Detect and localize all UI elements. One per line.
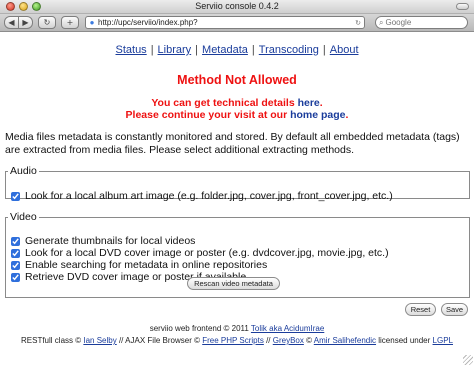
save-button[interactable]: Save: [441, 303, 468, 316]
error-details: You can get technical details here. Plea…: [0, 97, 474, 121]
details-prefix: You can get technical details: [151, 97, 298, 109]
details-line: You can get technical details here.: [0, 97, 474, 109]
footer-text: ©: [303, 336, 314, 345]
reload-icon: ↻: [43, 18, 51, 27]
reset-button[interactable]: Reset: [405, 303, 436, 316]
nav-transcoding[interactable]: Transcoding: [259, 44, 319, 56]
video-retrieve-cover-checkbox[interactable]: [11, 272, 20, 282]
video-option-thumbnails[interactable]: Generate thumbnails for local videos: [11, 235, 195, 247]
forward-button[interactable]: ▶: [18, 16, 33, 29]
footer-line-1: serviio web frontend © 2011 Tolik aka Ac…: [0, 324, 474, 333]
nav-separator: |: [195, 44, 199, 56]
add-bookmark-button[interactable]: +: [61, 16, 79, 29]
reload-button[interactable]: ↻: [38, 16, 56, 29]
globe-icon: ●: [89, 18, 95, 27]
footer-link-greybox[interactable]: GreyBox: [273, 336, 304, 345]
video-legend: Video: [10, 211, 37, 223]
nav-separator: |: [150, 44, 154, 56]
search-bar[interactable]: ⌕: [375, 16, 468, 29]
audio-album-art-checkbox[interactable]: [11, 191, 20, 201]
video-option-label: Generate thumbnails for local videos: [25, 235, 196, 247]
footer-text: // AJAX File Browser ©: [116, 336, 203, 345]
continue-prefix: Please continue your visit at our: [125, 109, 291, 121]
audio-legend: Audio: [10, 165, 37, 177]
browser-window: Serviio console 0.4.2 ◀ ▶ ↻ + ● http://u…: [0, 0, 474, 366]
toolbar-toggle-button[interactable]: [456, 3, 469, 10]
resize-grip[interactable]: [463, 355, 473, 365]
footer-text: RESTfull class ©: [21, 336, 84, 345]
footer-line-2: RESTfull class © Ian Selby // AJAX File …: [0, 336, 474, 345]
nav-separator: |: [251, 44, 255, 56]
footer-copyright: serviio web frontend © 2011: [149, 324, 251, 333]
footer-link-free-php-scripts[interactable]: Free PHP Scripts: [202, 336, 264, 345]
address-bar[interactable]: ● http://upc/serviio/index.php? ↻: [85, 16, 365, 29]
nav-status[interactable]: Status: [116, 44, 147, 56]
plus-icon: +: [66, 18, 74, 27]
rescan-video-metadata-button[interactable]: Rescan video metadata: [187, 277, 280, 290]
details-link[interactable]: here: [298, 97, 320, 109]
video-dvd-cover-local-checkbox[interactable]: [11, 248, 20, 258]
details-suffix: .: [319, 97, 323, 109]
page-content: Status | Library | Metadata | Transcoding | Abou…: [0, 33, 474, 366]
video-thumbnails-checkbox[interactable]: [11, 236, 20, 246]
error-title: Method Not Allowed: [177, 73, 297, 87]
search-input[interactable]: [385, 18, 467, 27]
metadata-description: Media files metadata is constantly monit…: [5, 131, 460, 156]
footer-link-amir[interactable]: Amir Salihefendic: [314, 336, 376, 345]
url-text[interactable]: http://upc/serviio/index.php?: [98, 18, 352, 27]
video-option-dvd-cover-local[interactable]: Look for a local DVD cover image or post…: [11, 247, 389, 259]
nav-separator: |: [322, 44, 326, 56]
home-page-link[interactable]: home page: [290, 109, 345, 121]
audio-fieldset: Audio Look for a local album art image (…: [5, 165, 470, 202]
nav-about[interactable]: About: [330, 44, 359, 56]
video-option-label: Enable searching for metadata in online …: [25, 259, 268, 271]
footer-text: licensed under: [376, 336, 433, 345]
main-nav: Status | Library | Metadata | Transcoding | Abou…: [0, 44, 474, 56]
footer-link-ian-selby[interactable]: Ian Selby: [83, 336, 116, 345]
video-option-label: Look for a local DVD cover image or post…: [25, 247, 389, 259]
video-option-online-search[interactable]: Enable searching for metadata in online …: [11, 259, 267, 271]
back-button[interactable]: ◀: [4, 16, 19, 29]
audio-option-album-art[interactable]: Look for a local album art image (e.g. f…: [11, 190, 393, 202]
footer-author-link[interactable]: Tolik aka AcidumIrae: [251, 324, 324, 333]
browser-toolbar: ◀ ▶ ↻ + ● http://upc/serviio/index.php? …: [0, 14, 474, 32]
footer-link-lgpl[interactable]: LGPL: [433, 336, 453, 345]
nav-metadata[interactable]: Metadata: [202, 44, 248, 56]
reload-small-icon[interactable]: ↻: [352, 19, 364, 27]
continue-line: Please continue your visit at our home p…: [0, 109, 474, 121]
back-arrow-icon: ◀: [8, 18, 15, 27]
search-icon: ⌕: [379, 17, 384, 27]
nav-library[interactable]: Library: [158, 44, 192, 56]
window-title: Serviio console 0.4.2: [195, 1, 279, 11]
video-online-search-checkbox[interactable]: [11, 260, 20, 270]
footer-text: //: [263, 336, 273, 345]
title-bar[interactable]: Serviio console 0.4.2: [0, 0, 474, 14]
forward-arrow-icon: ▶: [22, 18, 29, 27]
continue-suffix: .: [345, 109, 349, 121]
audio-option-label: Look for a local album art image (e.g. f…: [25, 190, 393, 202]
